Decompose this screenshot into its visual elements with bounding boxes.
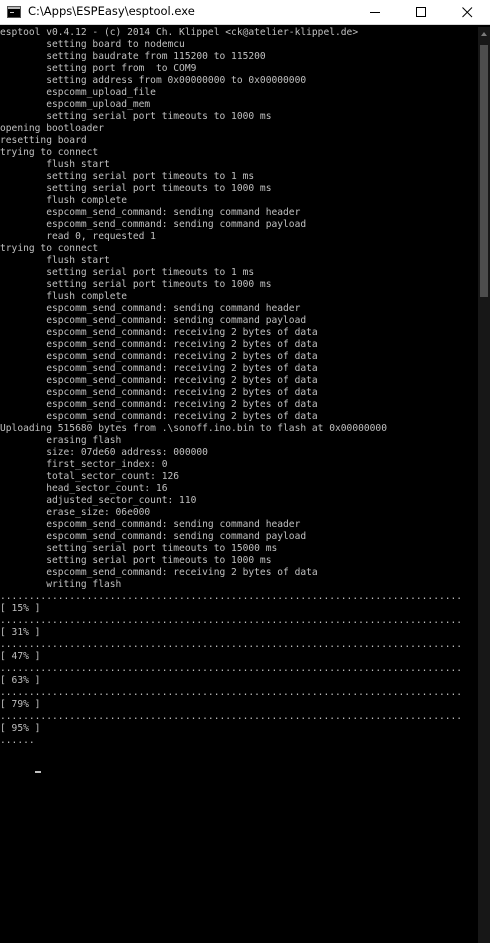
console-line: espcomm_send_command: receiving 2 bytes … (0, 375, 318, 386)
console-line: espcomm_send_command: receiving 2 bytes … (0, 363, 318, 374)
console-app-icon[interactable] (7, 6, 21, 18)
console-line: setting serial port timeouts to 1000 ms (0, 279, 272, 290)
console-line: size: 07de60 address: 000000 (0, 447, 208, 458)
console-line: flush complete (0, 195, 128, 206)
scrollbar-thumb[interactable] (480, 45, 488, 297)
console-line: [ 15% ] (0, 603, 41, 614)
console-line: ........................................… (0, 639, 463, 650)
console-line: writing flash (0, 579, 122, 590)
console-line: esptool v0.4.12 - (c) 2014 Ch. Klippel <… (0, 27, 359, 38)
console-line: head_sector_count: 16 (0, 483, 168, 494)
console-line: setting baudrate from 115200 to 115200 (0, 51, 266, 62)
console-line: espcomm_send_command: sending command he… (0, 303, 301, 314)
console-line: opening bootloader (0, 123, 104, 134)
console-line: espcomm_send_command: receiving 2 bytes … (0, 339, 318, 350)
console-line: setting port from to COM9 (0, 63, 197, 74)
text-cursor (35, 771, 41, 773)
console-line: [ 63% ] (0, 675, 41, 686)
console-text: esptool v0.4.12 - (c) 2014 Ch. Klippel <… (0, 27, 462, 747)
console-line: trying to connect (0, 147, 99, 158)
console-line: flush start (0, 159, 110, 170)
console-line: trying to connect (0, 243, 99, 254)
console-line: setting serial port timeouts to 1 ms (0, 171, 255, 182)
close-icon (462, 7, 473, 18)
vertical-scrollbar[interactable] (478, 27, 490, 943)
minimize-button[interactable] (352, 0, 398, 25)
console-line: read 0, requested 1 (0, 231, 156, 242)
minimize-icon (370, 12, 380, 13)
console-line: ........................................… (0, 663, 463, 674)
scroll-up-arrow-icon[interactable] (481, 32, 487, 36)
console-line: setting serial port timeouts to 1 ms (0, 267, 255, 278)
console-output[interactable]: esptool v0.4.12 - (c) 2014 Ch. Klippel <… (0, 27, 478, 943)
close-button[interactable] (444, 0, 490, 25)
console-line: espcomm_send_command: receiving 2 bytes … (0, 399, 318, 410)
console-line: resetting board (0, 135, 87, 146)
console-line: espcomm_send_command: receiving 2 bytes … (0, 327, 318, 338)
console-line: espcomm_send_command: receiving 2 bytes … (0, 351, 318, 362)
console-line: [ 95% ] (0, 723, 41, 734)
console-line: setting serial port timeouts to 15000 ms (0, 543, 278, 554)
console-line: setting serial port timeouts to 1000 ms (0, 111, 272, 122)
console-line: espcomm_send_command: sending command pa… (0, 219, 307, 230)
console-line: espcomm_send_command: receiving 2 bytes … (0, 567, 318, 578)
console-line: espcomm_send_command: sending command he… (0, 207, 301, 218)
console-line: ........................................… (0, 615, 463, 626)
console-line: ........................................… (0, 687, 463, 698)
console-line: espcomm_send_command: receiving 2 bytes … (0, 387, 318, 398)
maximize-icon (416, 7, 426, 17)
console-line: setting board to nodemcu (0, 39, 185, 50)
console-line: setting serial port timeouts to 1000 ms (0, 183, 272, 194)
maximize-button[interactable] (398, 0, 444, 25)
console-line: espcomm_send_command: sending command pa… (0, 531, 307, 542)
console-line: total_sector_count: 126 (0, 471, 180, 482)
console-window: C:\Apps\ESPEasy\esptool.exe esptool v0.4… (0, 0, 490, 943)
console-line: [ 79% ] (0, 699, 41, 710)
console-line: Uploading 515680 bytes from .\sonoff.ino… (0, 423, 387, 434)
console-line: ........................................… (0, 591, 463, 602)
console-line: [ 47% ] (0, 651, 41, 662)
console-line: espcomm_send_command: sending command he… (0, 519, 301, 530)
console-line: erase_size: 06e000 (0, 507, 151, 518)
console-line: espcomm_send_command: receiving 2 bytes … (0, 411, 318, 422)
console-line: flush start (0, 255, 110, 266)
console-line: erasing flash (0, 435, 122, 446)
console-line: ...... (0, 735, 35, 746)
console-line: adjusted_sector_count: 110 (0, 495, 197, 506)
console-line: setting address from 0x00000000 to 0x000… (0, 75, 307, 86)
console-line: espcomm_upload_mem (0, 99, 151, 110)
console-line: espcomm_send_command: sending command pa… (0, 315, 307, 326)
console-line: first_sector_index: 0 (0, 459, 168, 470)
console-line: [ 31% ] (0, 627, 41, 638)
console-line: setting serial port timeouts to 1000 ms (0, 555, 272, 566)
console-line: flush complete (0, 291, 128, 302)
title-bar[interactable]: C:\Apps\ESPEasy\esptool.exe (0, 0, 490, 25)
console-line: ........................................… (0, 711, 463, 722)
console-line: espcomm_upload_file (0, 87, 156, 98)
window-title: C:\Apps\ESPEasy\esptool.exe (28, 4, 195, 18)
